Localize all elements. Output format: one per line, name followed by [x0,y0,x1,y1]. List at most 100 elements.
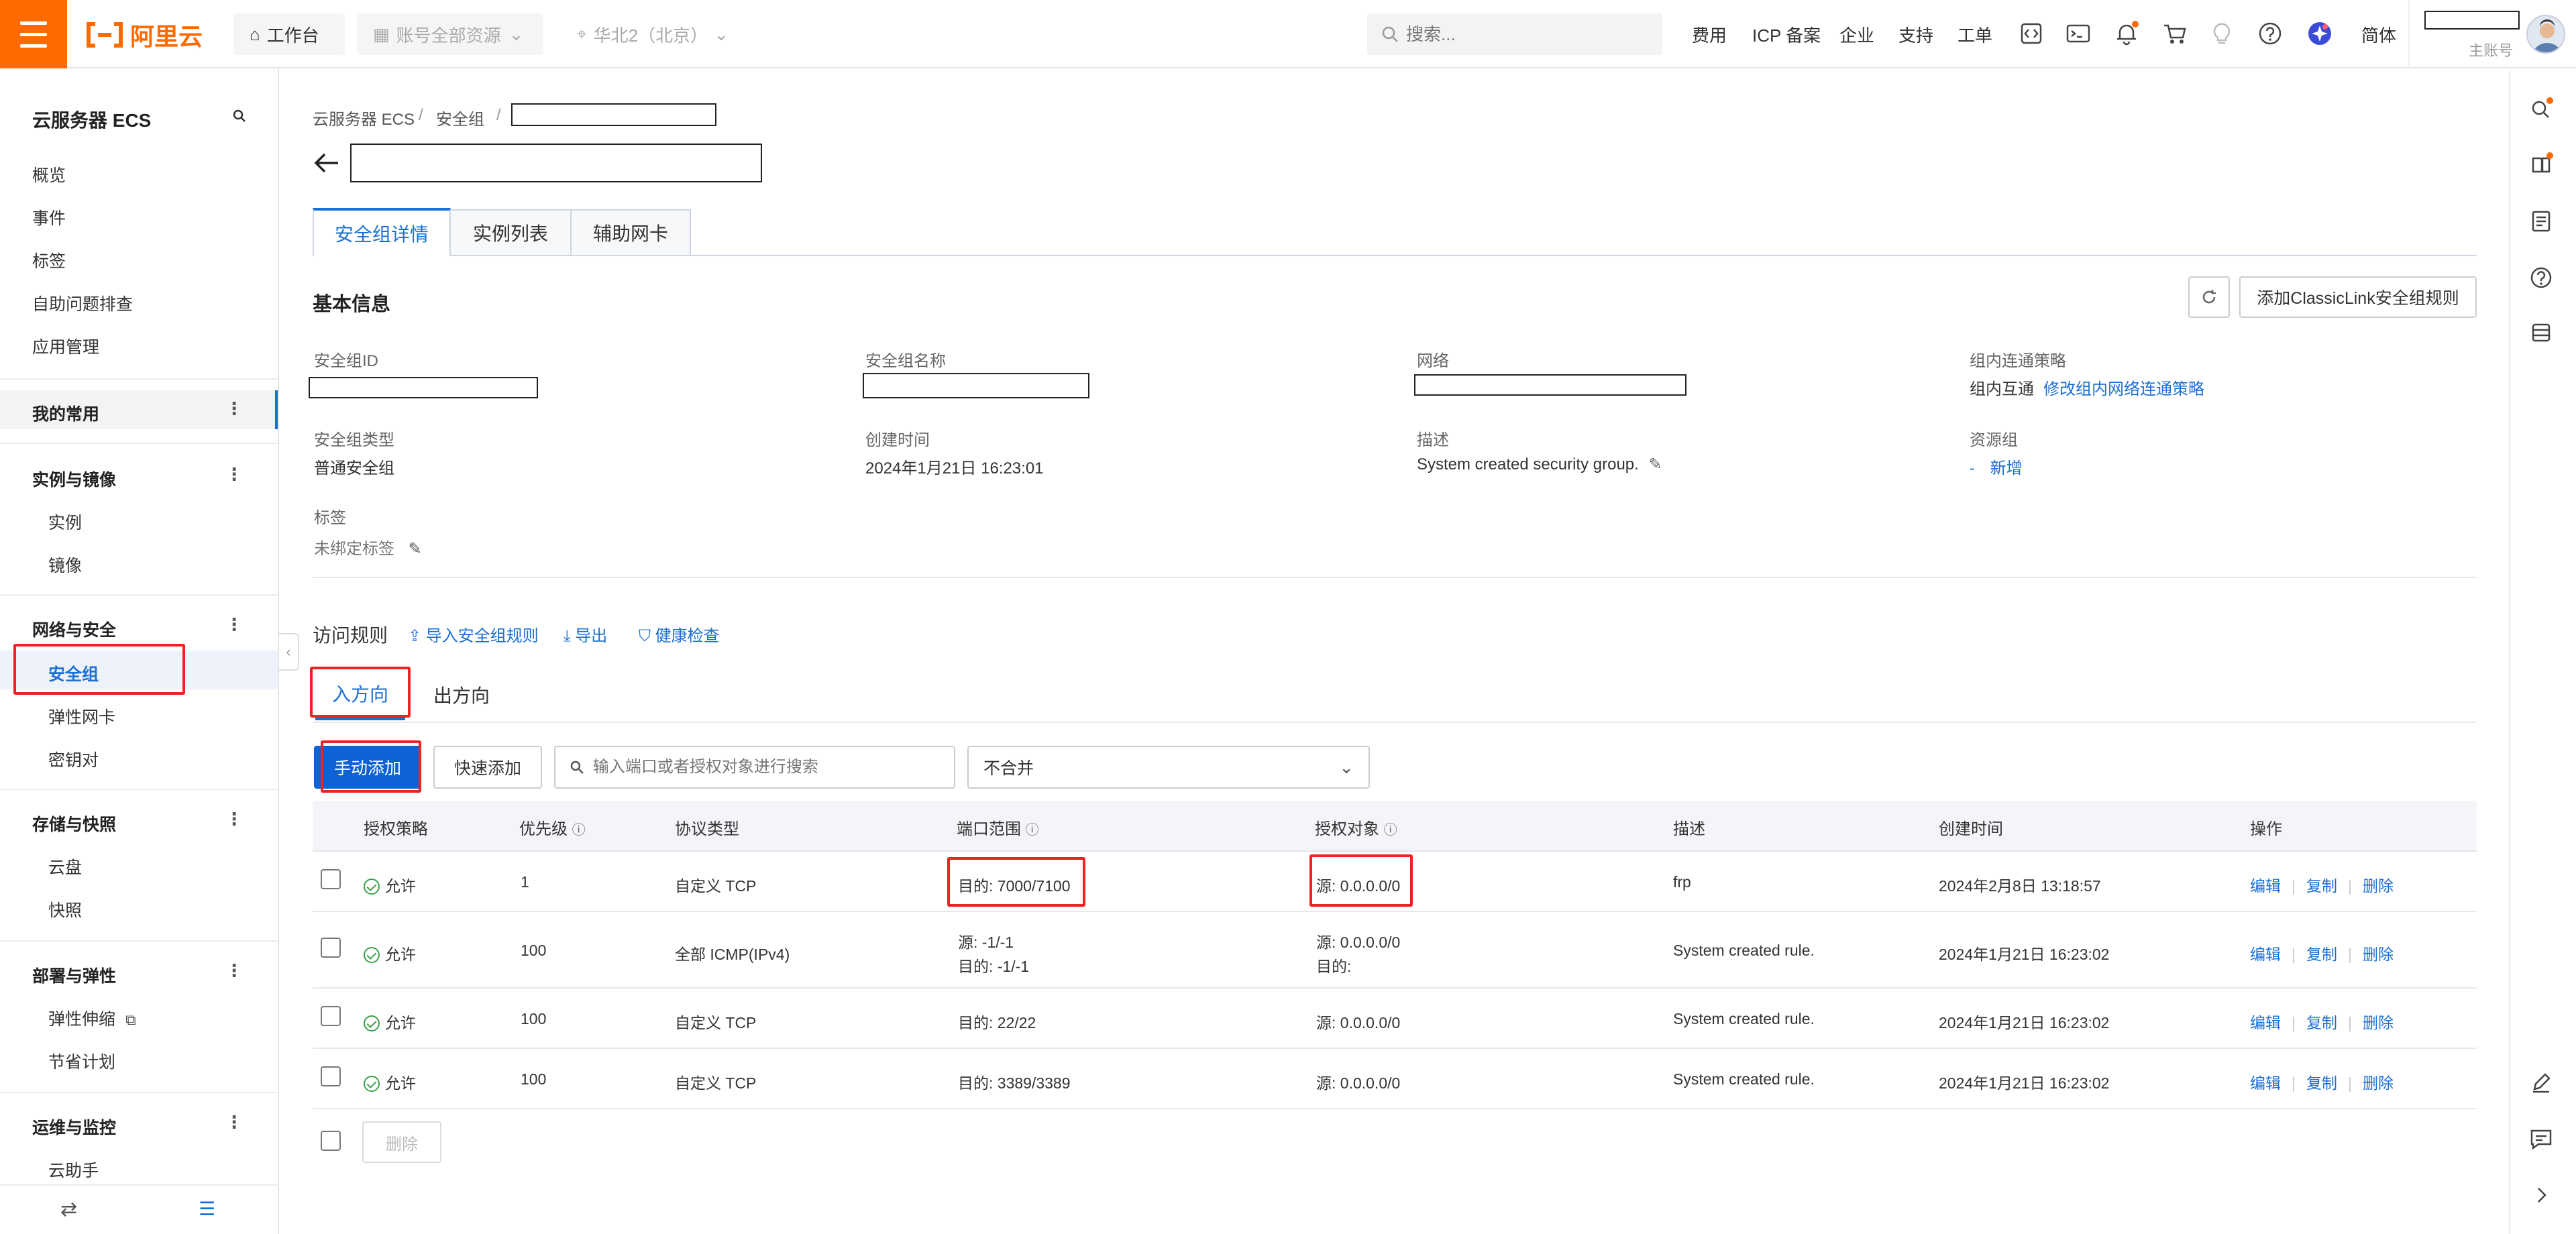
chevron-right-icon[interactable] [2528,1182,2555,1209]
bell-icon[interactable] [2113,20,2140,47]
notes-icon[interactable] [2528,208,2555,235]
avatar[interactable] [2526,15,2565,54]
delete-link[interactable]: 删除 [2363,877,2394,895]
rule-search-box[interactable] [554,746,955,789]
resource-group-add-link[interactable]: 新增 [1990,459,2023,478]
info-icon[interactable]: ⓘ [572,823,586,838]
refresh-button[interactable] [2188,276,2230,318]
sidebar-item-troubleshoot[interactable]: 自助问题排查 [32,291,133,315]
rule-search-input[interactable] [592,758,941,777]
ai-assistant-icon[interactable] [2306,20,2333,47]
global-search-input[interactable] [1406,23,1648,45]
copy-link[interactable]: 复制 [2306,946,2337,963]
code-icon[interactable] [2018,20,2045,47]
export-link[interactable]: ⤓ 导出 [564,622,607,646]
quick-add-button[interactable]: 快速添加 [433,746,542,789]
select-all-checkbox[interactable] [321,1131,341,1151]
info-icon[interactable]: ⓘ [1384,823,1397,838]
help-icon[interactable] [2257,20,2284,47]
row-checkbox[interactable] [321,869,341,889]
sidebar-item-instances[interactable]: 实例 [48,510,82,534]
copy-link[interactable]: 复制 [2306,1014,2337,1031]
more-icon[interactable]: ⋮ [225,614,243,635]
cart-icon[interactable] [2161,20,2188,47]
more-icon[interactable]: ⋮ [225,1112,243,1133]
row-checkbox[interactable] [321,1066,341,1086]
aliyun-logo[interactable]: 阿里云 [86,17,203,52]
workbench-button[interactable]: ⌂ 工作台 [233,13,345,55]
nav-link-enterprise[interactable]: 企业 [1839,0,1874,68]
copy-link[interactable]: 复制 [2306,1074,2337,1092]
region-select[interactable]: ⌖ 华北2（北京） ⌄ [561,13,745,55]
add-classiclink-rule-button[interactable]: 添加ClassicLink安全组规则 [2239,276,2477,318]
delete-link[interactable]: 删除 [2363,1074,2394,1092]
sidebar-item-keypairs[interactable]: 密钥对 [48,747,99,771]
global-search[interactable] [1367,13,1662,55]
sidebar-item-eni[interactable]: 弹性网卡 [48,704,115,728]
language-switch[interactable]: 简体 [2361,0,2396,68]
row-checkbox[interactable] [321,1006,341,1026]
nav-link-support[interactable]: 支持 [1898,0,1933,68]
edit-link[interactable]: 编辑 [2250,1014,2281,1031]
edit-icon[interactable]: ✎ [1648,455,1662,473]
more-icon[interactable]: ⋮ [225,960,243,981]
tab-security-group-details[interactable]: 安全组详情 [313,208,451,256]
tab-instance-list[interactable]: 实例列表 [451,209,572,256]
sidebar-group-ops[interactable]: 运维与监控 [32,1115,116,1139]
sidebar-item-tags[interactable]: 标签 [32,248,66,272]
sidebar-item-app-management[interactable]: 应用管理 [32,334,99,358]
sidebar-collapse-handle[interactable]: ‹ [279,633,299,671]
import-rules-link[interactable]: ⇪ 导入安全组规则 [408,622,539,646]
health-check-link[interactable]: ⛉ 健康检查 [639,622,720,646]
sidebar-item-snapshots[interactable]: 快照 [48,897,82,921]
copy-link[interactable]: 复制 [2306,877,2337,895]
account-resources-select[interactable]: ▦ 账号全部资源 ⌄ [357,13,543,55]
edit-icon[interactable] [2528,1069,2555,1096]
sidebar-item-overview[interactable]: 概览 [32,162,66,186]
sidebar-item-cloud-assistant[interactable]: 云助手 [48,1158,99,1182]
help-icon[interactable] [2528,264,2555,291]
more-icon[interactable]: ⋮ [225,398,243,419]
edit-link[interactable]: 编辑 [2250,877,2281,895]
edit-link[interactable]: 编辑 [2250,1074,2281,1092]
lightbulb-icon[interactable] [2208,20,2235,47]
sidebar-item-disks[interactable]: 云盘 [48,854,82,879]
sidebar-group-storage[interactable]: 存储与快照 [32,811,116,836]
back-arrow-icon[interactable] [311,148,342,178]
feedback-icon[interactable] [2528,1125,2555,1152]
bulk-delete-button[interactable]: 删除 [362,1121,441,1163]
breadcrumb-ecs[interactable]: 云服务器 ECS [313,106,415,129]
sidebar-item-savings-plan[interactable]: 节省计划 [48,1049,115,1073]
hamburger-menu-icon[interactable] [0,0,67,68]
nav-link-icp[interactable]: ICP 备案 [1752,0,1821,68]
terminal-icon[interactable] [2065,20,2092,47]
tab-secondary-eni[interactable]: 辅助网卡 [572,209,691,256]
delete-link[interactable]: 删除 [2363,1014,2394,1031]
sidebar-item-images[interactable]: 镜像 [48,553,82,577]
tab-outbound[interactable]: 出方向 [421,669,502,720]
sidebar-item-events[interactable]: 事件 [32,205,66,229]
switch-icon[interactable]: ⇄ [60,1198,77,1221]
nav-link-fees[interactable]: 费用 [1692,0,1727,68]
edit-icon[interactable]: ✎ [409,540,422,558]
sidebar-group-instances[interactable]: 实例与镜像 [32,467,116,491]
more-icon[interactable]: ⋮ [225,464,243,485]
sidebar-group-deploy[interactable]: 部署与弹性 [32,963,116,987]
breadcrumb-security-group[interactable]: 安全组 [436,106,484,129]
delete-link[interactable]: 删除 [2363,946,2394,963]
sidebar-group-network[interactable]: 网络与安全 [32,617,116,641]
merge-select[interactable]: 不合并 ⌄ [967,746,1370,789]
nav-link-ticket[interactable]: 工单 [1957,0,1992,68]
modify-policy-link[interactable]: 修改组内网络连通策略 [2043,376,2204,399]
edit-link[interactable]: 编辑 [2250,946,2281,963]
info-icon[interactable]: ⓘ [1026,823,1039,838]
doc-list-icon[interactable]: ☰ [199,1198,215,1220]
database-icon[interactable] [2528,319,2555,346]
search-icon[interactable] [2528,97,2555,123]
sidebar-favorites[interactable]: 我的常用 ⋮ [0,390,278,429]
more-icon[interactable]: ⋮ [225,809,243,830]
row-checkbox[interactable] [321,938,341,958]
sidebar-item-autoscaling[interactable]: 弹性伸缩 ⧉ [48,1006,136,1030]
sidebar-search-icon[interactable] [231,107,248,125]
book-icon[interactable] [2528,152,2555,178]
